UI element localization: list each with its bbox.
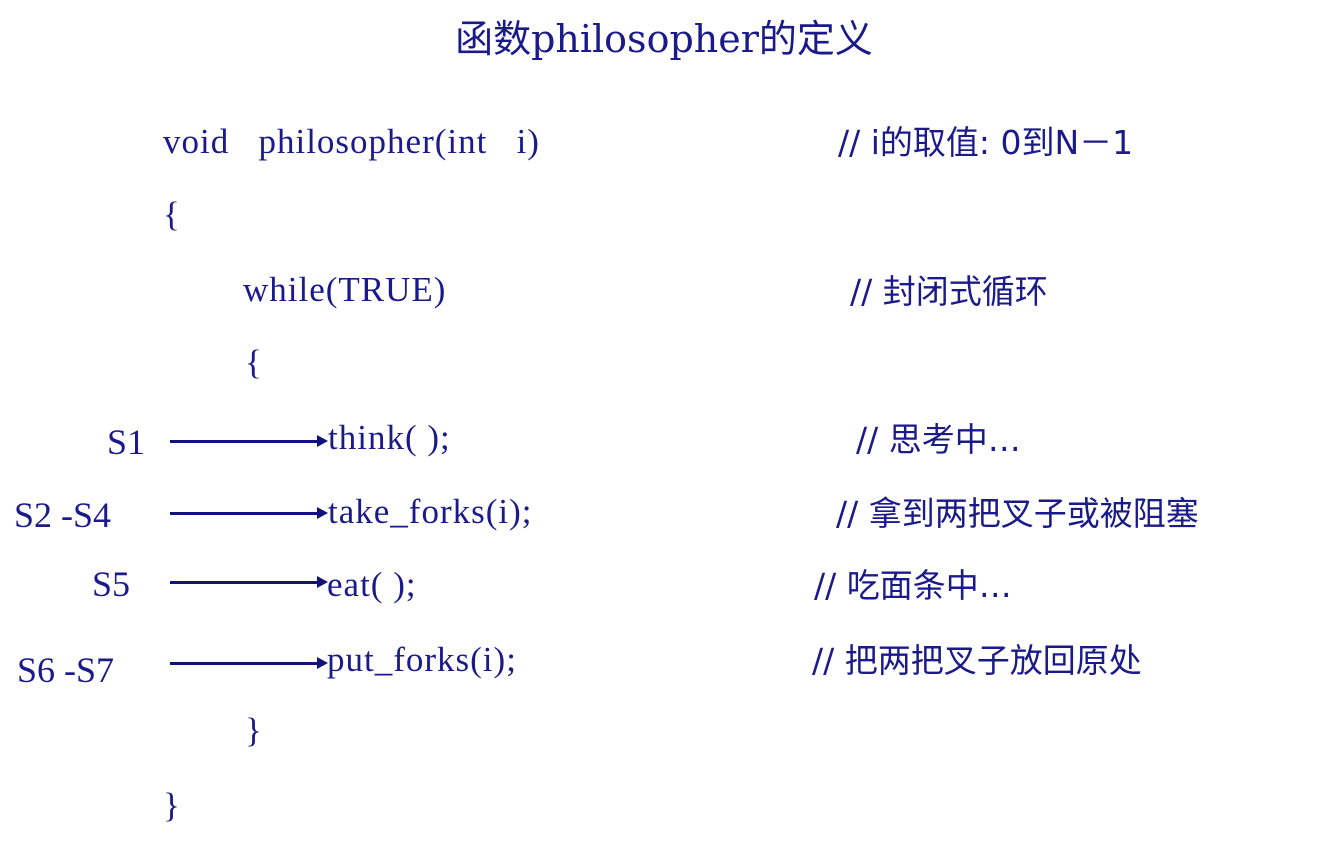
inner-open-brace: { xyxy=(245,343,263,382)
while-statement: while(TRUE) xyxy=(243,270,447,309)
step-label-put-forks: S6 -S7 xyxy=(17,650,115,690)
statement-take-forks: take_forks(i); xyxy=(328,492,533,531)
function-signature: void philosopher(int i) xyxy=(163,122,540,161)
arrow-take-forks xyxy=(170,507,328,519)
outer-close-brace: } xyxy=(163,786,181,825)
comment-take-forks: // 拿到两把叉子或被阻塞 xyxy=(836,494,1199,533)
comment-think: // 思考中… xyxy=(856,420,1021,459)
comment-signature: // i的取值: 0到N－1 xyxy=(838,123,1134,162)
arrow-put-forks xyxy=(170,657,328,669)
arrow-think xyxy=(170,435,328,447)
comment-put-forks: // 把两把叉子放回原处 xyxy=(812,641,1142,680)
step-label-eat: S5 xyxy=(92,564,131,604)
arrow-eat xyxy=(170,576,328,588)
inner-close-brace: } xyxy=(245,711,263,750)
comment-while: // 封闭式循环 xyxy=(850,272,1048,311)
step-label-take-forks: S2 -S4 xyxy=(14,495,112,535)
slide-title: 函数philosopher的定义 xyxy=(455,17,873,61)
statement-eat: eat( ); xyxy=(327,565,417,604)
step-label-think: S1 xyxy=(107,422,146,462)
statement-think: think( ); xyxy=(328,418,451,457)
outer-open-brace: { xyxy=(163,195,181,234)
statement-put-forks: put_forks(i); xyxy=(327,640,517,679)
comment-eat: // 吃面条中… xyxy=(814,566,1012,605)
slide: 函数philosopher的定义 void philosopher(int i)… xyxy=(0,0,1328,860)
